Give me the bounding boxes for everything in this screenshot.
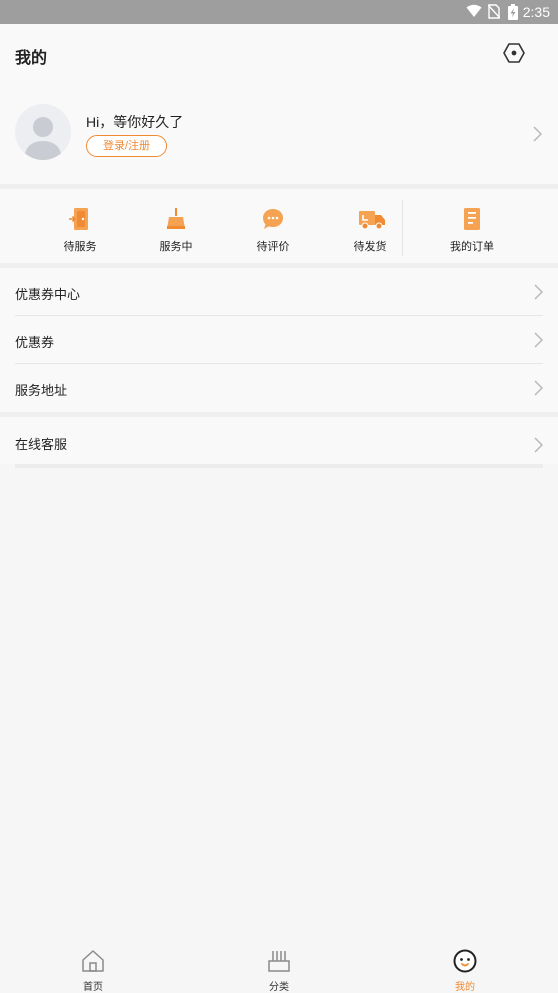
- status-time: 2:35: [522, 4, 550, 20]
- menu-item-label: 在线客服: [15, 437, 68, 452]
- chevron-right-icon: [534, 437, 543, 453]
- menu-item-service-address[interactable]: 服务地址: [0, 364, 558, 412]
- order-label: 待评价: [256, 241, 290, 253]
- order-list-icon: [464, 208, 480, 230]
- menu-item-coupon-center[interactable]: 优惠券中心: [0, 268, 558, 316]
- order-label: 服务中: [159, 241, 193, 253]
- category-icon: [268, 951, 290, 972]
- default-avatar-icon: [24, 117, 62, 160]
- wifi-icon: [466, 4, 482, 17]
- menu-item-label: 优惠券: [15, 335, 55, 350]
- chevron-right-icon: [534, 380, 543, 396]
- menu-item-online-support[interactable]: 在线客服: [0, 417, 558, 464]
- delivery-truck-icon: [359, 211, 385, 230]
- my-orders[interactable]: 我的订单: [436, 189, 508, 263]
- order-label: 我的订单: [450, 241, 494, 253]
- profile-card[interactable]: Hi，等你好久了 登录/注册: [0, 86, 558, 184]
- order-status-bar: 待服务 服务中 待评价 待发货 我的订单: [0, 189, 558, 263]
- menu-group: 在线客服: [0, 417, 558, 464]
- order-label: 待发货: [353, 241, 387, 253]
- order-pending-service[interactable]: 待服务: [44, 189, 116, 263]
- chevron-right-icon: [534, 332, 543, 348]
- chevron-right-icon: [533, 126, 542, 142]
- page-title: 我的: [15, 50, 48, 67]
- tab-mine[interactable]: 我的: [425, 942, 505, 993]
- menu-item-label: 服务地址: [15, 383, 68, 398]
- settings-hexagon-icon[interactable]: [502, 41, 526, 65]
- order-in-service[interactable]: 服务中: [140, 189, 212, 263]
- battery-charging-icon: [508, 4, 518, 20]
- chat-bubble-icon: [263, 209, 283, 229]
- order-pending-review[interactable]: 待评价: [237, 189, 309, 263]
- menu-item-coupons[interactable]: 优惠券: [0, 316, 558, 364]
- greeting-text: Hi，等你好久了: [86, 114, 184, 130]
- status-bar: 2:35: [0, 0, 558, 24]
- bottom-tab-bar: 首页 分类 我的: [0, 942, 558, 993]
- tab-category[interactable]: 分类: [239, 942, 319, 993]
- broom-icon: [167, 208, 185, 229]
- order-label: 待服务: [63, 241, 97, 253]
- header: 我的: [0, 24, 558, 86]
- tab-label: 我的: [455, 982, 475, 993]
- menu-item-label: 优惠券中心: [15, 287, 81, 302]
- order-pending-shipment[interactable]: 待发货: [334, 189, 406, 263]
- tab-label: 分类: [269, 982, 289, 993]
- menu-group: 优惠券中心 优惠券 服务地址: [0, 268, 558, 412]
- door-icon: [69, 208, 88, 230]
- tab-home[interactable]: 首页: [53, 942, 133, 993]
- mine-face-icon: [453, 949, 477, 973]
- chevron-right-icon: [534, 284, 543, 300]
- orders-divider: [402, 200, 403, 256]
- menu-divider: [15, 464, 543, 468]
- home-icon: [82, 950, 104, 972]
- no-sim-icon: [488, 4, 500, 19]
- tab-label: 首页: [83, 982, 103, 993]
- avatar[interactable]: [15, 104, 71, 160]
- login-register-button[interactable]: 登录/注册: [86, 135, 167, 157]
